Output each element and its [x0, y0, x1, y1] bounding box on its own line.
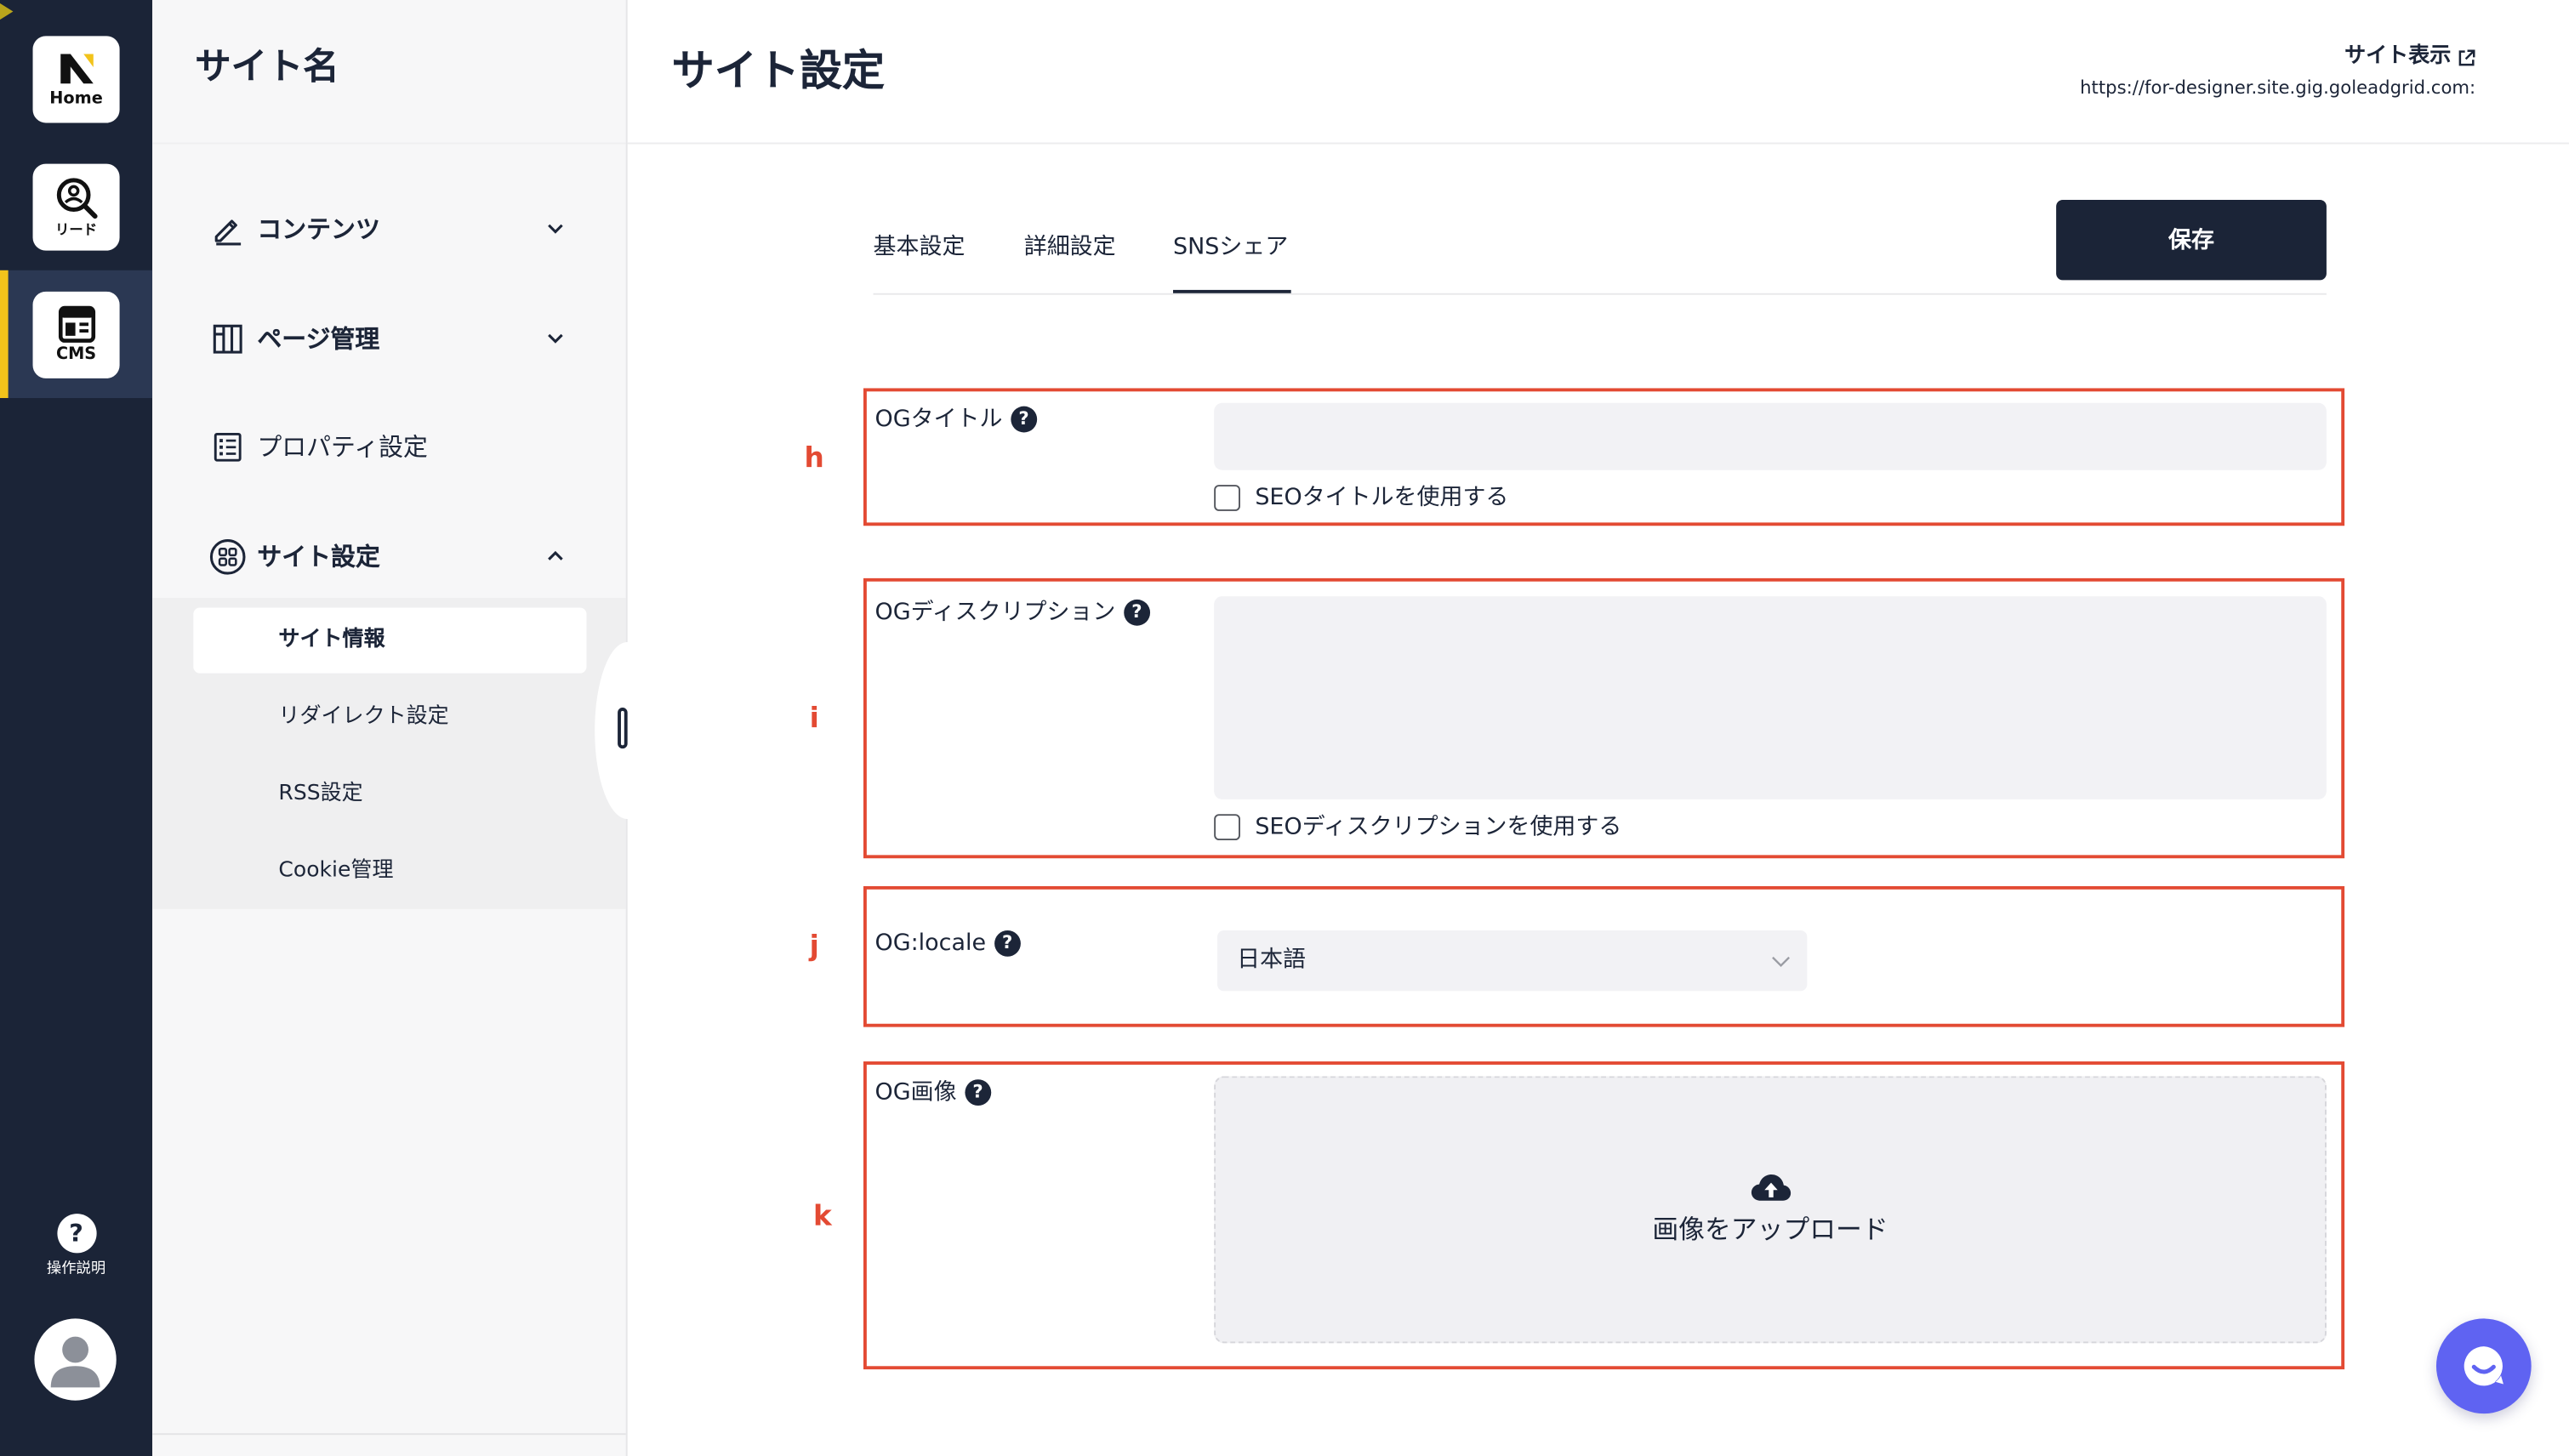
use-seo-title-option[interactable]: SEOタイトルを使用する: [1214, 485, 1508, 511]
submenu-label: Cookie管理: [278, 858, 394, 884]
sidebar-nav-label: プロパティ設定: [257, 432, 428, 463]
chat-launcher-button[interactable]: [2435, 1318, 2532, 1414]
external-link-icon: [2458, 48, 2475, 66]
tab-label: SNSシェア: [1173, 234, 1289, 261]
use-seo-description-checkbox[interactable]: [1214, 814, 1240, 841]
cms-layout-icon: [56, 304, 95, 344]
annotation-label-j: j: [809, 930, 819, 964]
brand-logo-icon: [55, 49, 98, 88]
tab-label: 基本設定: [873, 234, 966, 261]
app-rail: Home リード CMS ? 操作説明: [0, 0, 153, 1456]
rail-home-label: Home: [49, 89, 103, 109]
rail-corner-marker: [0, 3, 14, 20]
og-description-label-row: OGディスクリプション ?: [874, 596, 1150, 629]
submenu-label: サイト情報: [278, 627, 385, 652]
sidebar-nav-label: サイト設定: [257, 542, 380, 572]
chevron-down-icon: [547, 223, 563, 236]
og-locale-selected-value: 日本語: [1237, 947, 1307, 974]
help-circle-icon[interactable]: ?: [965, 1079, 991, 1106]
submenu-label: RSS設定: [278, 781, 363, 806]
site-settings-icon: [209, 539, 246, 575]
property-list-icon: [210, 429, 246, 465]
save-button[interactable]: 保存: [2056, 199, 2327, 281]
tab-basic-settings[interactable]: 基本設定: [874, 231, 972, 293]
sidebar-footer-divider: [152, 1433, 626, 1436]
submenu-rss-settings[interactable]: RSS設定: [193, 762, 586, 828]
cms-sidebar: サイト名 コンテンツ ページ管理 プロパティ設定 サイト設定 サイト情報 リダイ…: [152, 0, 628, 1456]
annotation-label-i: i: [809, 702, 819, 736]
sidebar-nav-properties[interactable]: プロパティ設定: [193, 414, 586, 480]
use-seo-title-label: SEOタイトルを使用する: [1255, 485, 1509, 511]
lead-search-icon: [54, 174, 100, 220]
header-divider: [627, 142, 2569, 145]
help-circle-icon[interactable]: ?: [994, 930, 1021, 957]
og-title-input[interactable]: [1214, 402, 2327, 470]
sidebar-nav-pages[interactable]: ページ管理: [193, 306, 586, 372]
tab-detail-settings[interactable]: 詳細設定: [1024, 231, 1123, 293]
og-locale-label: OG:locale: [874, 930, 987, 957]
chat-icon: [2458, 1339, 2510, 1392]
page-layout-icon: [210, 321, 246, 356]
site-url: https://for-designer.site.gig.goleadgrid…: [2080, 77, 2476, 99]
rail-help-button[interactable]: ? 操作説明: [0, 1214, 152, 1279]
og-locale-label-row: OG:locale ?: [874, 927, 1021, 960]
og-locale-section: OG:locale ? 日本語: [863, 885, 2345, 1027]
view-site-label: サイト表示: [2344, 44, 2452, 69]
upload-image-label: 画像をアップロード: [1652, 1214, 1888, 1245]
help-circle-icon: ?: [56, 1214, 96, 1254]
rail-home-button[interactable]: Home: [32, 36, 120, 123]
tab-label: 詳細設定: [1023, 234, 1116, 261]
submenu-cookie-management[interactable]: Cookie管理: [193, 839, 586, 904]
sidebar-nav-contents[interactable]: コンテンツ: [193, 196, 586, 262]
og-image-label: OG画像: [874, 1079, 957, 1106]
chevron-up-icon: [547, 550, 563, 563]
submenu-label: リダイレクト設定: [278, 704, 449, 730]
og-description-label: OGディスクリプション: [874, 599, 1116, 626]
og-locale-select[interactable]: 日本語: [1217, 930, 1808, 992]
chevron-down-icon: [547, 333, 563, 345]
og-title-section: OGタイトル ? SEOタイトルを使用する: [863, 388, 2345, 526]
save-button-label: 保存: [2168, 226, 2214, 253]
og-title-label-row: OGタイトル ?: [874, 403, 1037, 436]
help-circle-icon[interactable]: ?: [1011, 406, 1037, 433]
sidebar-nav-site-settings[interactable]: サイト設定: [193, 524, 586, 589]
sidebar-nav-label: コンテンツ: [257, 214, 380, 244]
tab-bar-line: [873, 293, 2327, 295]
og-image-section: OG画像 ? 画像をアップロード: [863, 1061, 2345, 1370]
view-site-link[interactable]: サイト表示: [2344, 44, 2475, 71]
submenu-redirect-settings[interactable]: リダイレクト設定: [193, 685, 586, 750]
user-avatar-button[interactable]: [34, 1318, 117, 1401]
rail-cms-button[interactable]: CMS: [32, 291, 120, 378]
use-seo-description-label: SEOディスクリプションを使用する: [1255, 814, 1622, 841]
og-description-textarea[interactable]: [1214, 596, 2327, 799]
rail-help-label: 操作説明: [46, 1261, 106, 1278]
annotation-label-k: k: [812, 1200, 832, 1234]
og-image-label-row: OG画像 ?: [874, 1076, 991, 1109]
submenu-site-info[interactable]: サイト情報: [193, 607, 587, 674]
use-seo-title-checkbox[interactable]: [1214, 485, 1240, 511]
help-circle-icon[interactable]: ?: [1124, 599, 1150, 626]
sidebar-nav-label: ページ管理: [257, 324, 380, 355]
og-title-label: OGタイトル: [874, 406, 1003, 433]
sidebar-resize-handle[interactable]: [618, 708, 628, 749]
chevron-down-icon: [1771, 955, 1791, 968]
user-avatar-icon: [34, 1336, 116, 1401]
tab-sns-share[interactable]: SNSシェア: [1173, 231, 1291, 293]
rail-lead-button[interactable]: リード: [32, 163, 120, 251]
page-title: サイト設定: [671, 47, 886, 97]
og-description-section: OGディスクリプション ? SEOディスクリプションを使用する: [863, 577, 2345, 859]
cloud-upload-icon: [1749, 1171, 1791, 1204]
app-window: Home リード CMS ? 操作説明 サイト名 コンテンツ ページ管理 プロパ…: [0, 0, 2569, 1456]
annotation-label-h: h: [804, 442, 824, 475]
sidebar-divider: [152, 142, 626, 145]
rail-cms-label: CMS: [55, 345, 97, 364]
rail-lead-label: リード: [54, 221, 98, 239]
og-image-upload-dropzone[interactable]: 画像をアップロード: [1214, 1076, 2327, 1344]
site-name: サイト名: [195, 47, 339, 89]
use-seo-description-option[interactable]: SEOディスクリプションを使用する: [1214, 814, 1622, 841]
pencil-icon: [210, 211, 246, 247]
